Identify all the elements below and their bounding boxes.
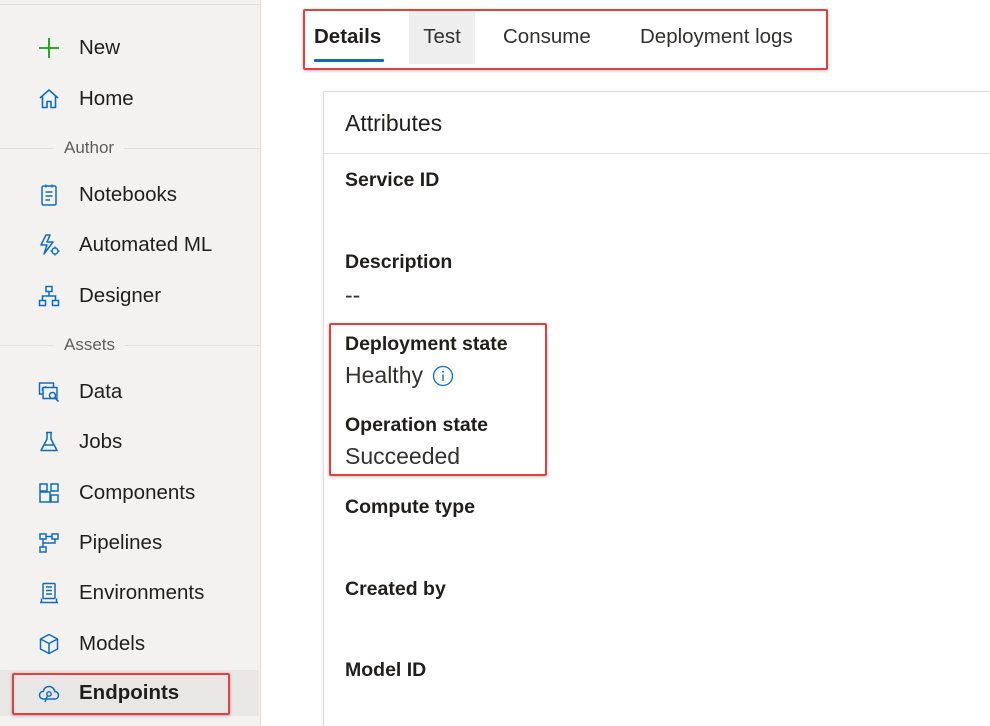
tab-active-indicator <box>314 59 384 62</box>
sidebar-item-pipelines[interactable]: Pipelines <box>0 521 259 565</box>
sidebar-item-data[interactable]: Data <box>0 370 259 414</box>
sidebar-item-label: Designer <box>79 284 162 307</box>
card-divider <box>324 153 990 154</box>
info-icon[interactable] <box>432 365 454 387</box>
components-icon <box>36 480 62 506</box>
sidebar-item-label: Endpoints <box>79 681 180 704</box>
sidebar-item-home[interactable]: Home <box>0 77 259 121</box>
section-header-author: Author <box>0 137 260 159</box>
designer-icon <box>36 283 62 309</box>
attr-label-operation-state: Operation state <box>345 414 489 436</box>
cube-icon <box>36 631 62 657</box>
sidebar-item-models[interactable]: Models <box>0 622 259 666</box>
tab-details[interactable]: Details <box>314 10 384 64</box>
sidebar-item-endpoints[interactable]: Endpoints <box>0 670 259 716</box>
sidebar-item-label: Notebooks <box>79 183 178 206</box>
tab-deployment-logs[interactable]: Deployment logs <box>640 10 793 64</box>
attr-value-deployment-state: Healthy <box>345 362 454 389</box>
sidebar-item-label: Pipelines <box>79 531 163 554</box>
attr-value-text: Succeeded <box>345 443 461 469</box>
sidebar-item-label: Models <box>79 632 146 655</box>
notebook-icon <box>36 182 62 208</box>
tab-label: Deployment logs <box>640 25 793 48</box>
sidebar-item-automated-ml[interactable]: Automated ML <box>0 223 259 267</box>
attr-label-description: Description <box>345 251 453 273</box>
tab-label: Test <box>423 25 461 48</box>
card-title: Attributes <box>345 110 443 136</box>
sidebar-item-label: Automated ML <box>79 233 213 256</box>
attributes-card: Attributes Service ID Description -- Dep… <box>323 91 990 726</box>
attr-label-deployment-state: Deployment state <box>345 333 508 355</box>
sidebar-item-label: Environments <box>79 581 205 604</box>
environments-icon <box>36 580 62 606</box>
data-icon <box>36 379 62 405</box>
sidebar-item-label: Jobs <box>79 430 123 453</box>
sidebar-item-environments[interactable]: Environments <box>0 571 259 615</box>
left-nav-sidebar: New Home Author Notebooks Automated ML D… <box>0 0 261 726</box>
attr-label-service-id: Service ID <box>345 169 440 191</box>
sidebar-item-components[interactable]: Components <box>0 471 259 515</box>
sidebar-item-label: Data <box>79 380 123 403</box>
section-title: Author <box>54 137 125 159</box>
attr-value-text: Healthy <box>345 362 423 388</box>
tab-label: Consume <box>503 25 591 48</box>
attr-value-description: -- <box>345 282 360 309</box>
section-header-assets: Assets <box>0 334 260 356</box>
cloud-endpoint-icon <box>36 680 62 706</box>
tab-consume[interactable]: Consume <box>503 10 591 64</box>
sidebar-top-divider <box>0 4 260 5</box>
sidebar-item-label: Home <box>79 87 134 110</box>
sidebar-item-label: Components <box>79 481 196 504</box>
attr-value-operation-state: Succeeded <box>345 443 460 470</box>
attr-label-model-id: Model ID <box>345 659 427 681</box>
sidebar-item-label: New <box>79 36 121 59</box>
attr-label-created-by: Created by <box>345 578 446 600</box>
automated-ml-icon <box>36 232 62 258</box>
sidebar-item-notebooks[interactable]: Notebooks <box>0 173 259 217</box>
sidebar-item-jobs[interactable]: Jobs <box>0 420 259 464</box>
pipelines-icon <box>36 530 62 556</box>
section-title: Assets <box>54 334 126 356</box>
attr-label-compute-type: Compute type <box>345 496 476 518</box>
attr-value-text: -- <box>345 282 361 308</box>
home-icon <box>36 86 62 112</box>
tab-label: Details <box>314 25 382 48</box>
sidebar-item-designer[interactable]: Designer <box>0 274 259 318</box>
sidebar-item-new[interactable]: New <box>0 26 259 70</box>
plus-icon <box>36 35 62 61</box>
flask-icon <box>36 429 62 455</box>
tab-test[interactable]: Test <box>409 10 475 64</box>
